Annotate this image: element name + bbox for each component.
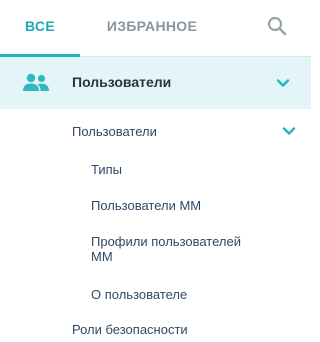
section-label: Пользователи — [72, 74, 172, 90]
menu-item-about-user[interactable]: О пользователе — [91, 287, 187, 302]
chevron-down-icon[interactable] — [281, 123, 297, 139]
menu-item-user-profiles-mm[interactable]: Профили пользователей ММ — [91, 234, 266, 264]
tab-all[interactable]: ВСЕ — [0, 0, 80, 57]
navigation-menu: Пользователи Пользователи Типы Пользоват… — [0, 57, 311, 337]
chevron-down-icon[interactable] — [275, 75, 291, 91]
tab-favorites[interactable]: ИЗБРАННОЕ — [92, 0, 212, 56]
menu-item-users-mm[interactable]: Пользователи ММ — [91, 198, 201, 213]
search-button[interactable] — [265, 14, 289, 38]
users-icon — [23, 73, 49, 91]
menu-item-types[interactable]: Типы — [91, 162, 122, 177]
tab-bar: ВСЕ ИЗБРАННОЕ — [0, 0, 311, 57]
menu-item-security-roles[interactable]: Роли безопасности — [72, 322, 188, 337]
search-icon — [267, 16, 287, 36]
menu-group-users[interactable]: Пользователи — [72, 124, 157, 139]
section-users[interactable]: Пользователи — [0, 57, 311, 109]
